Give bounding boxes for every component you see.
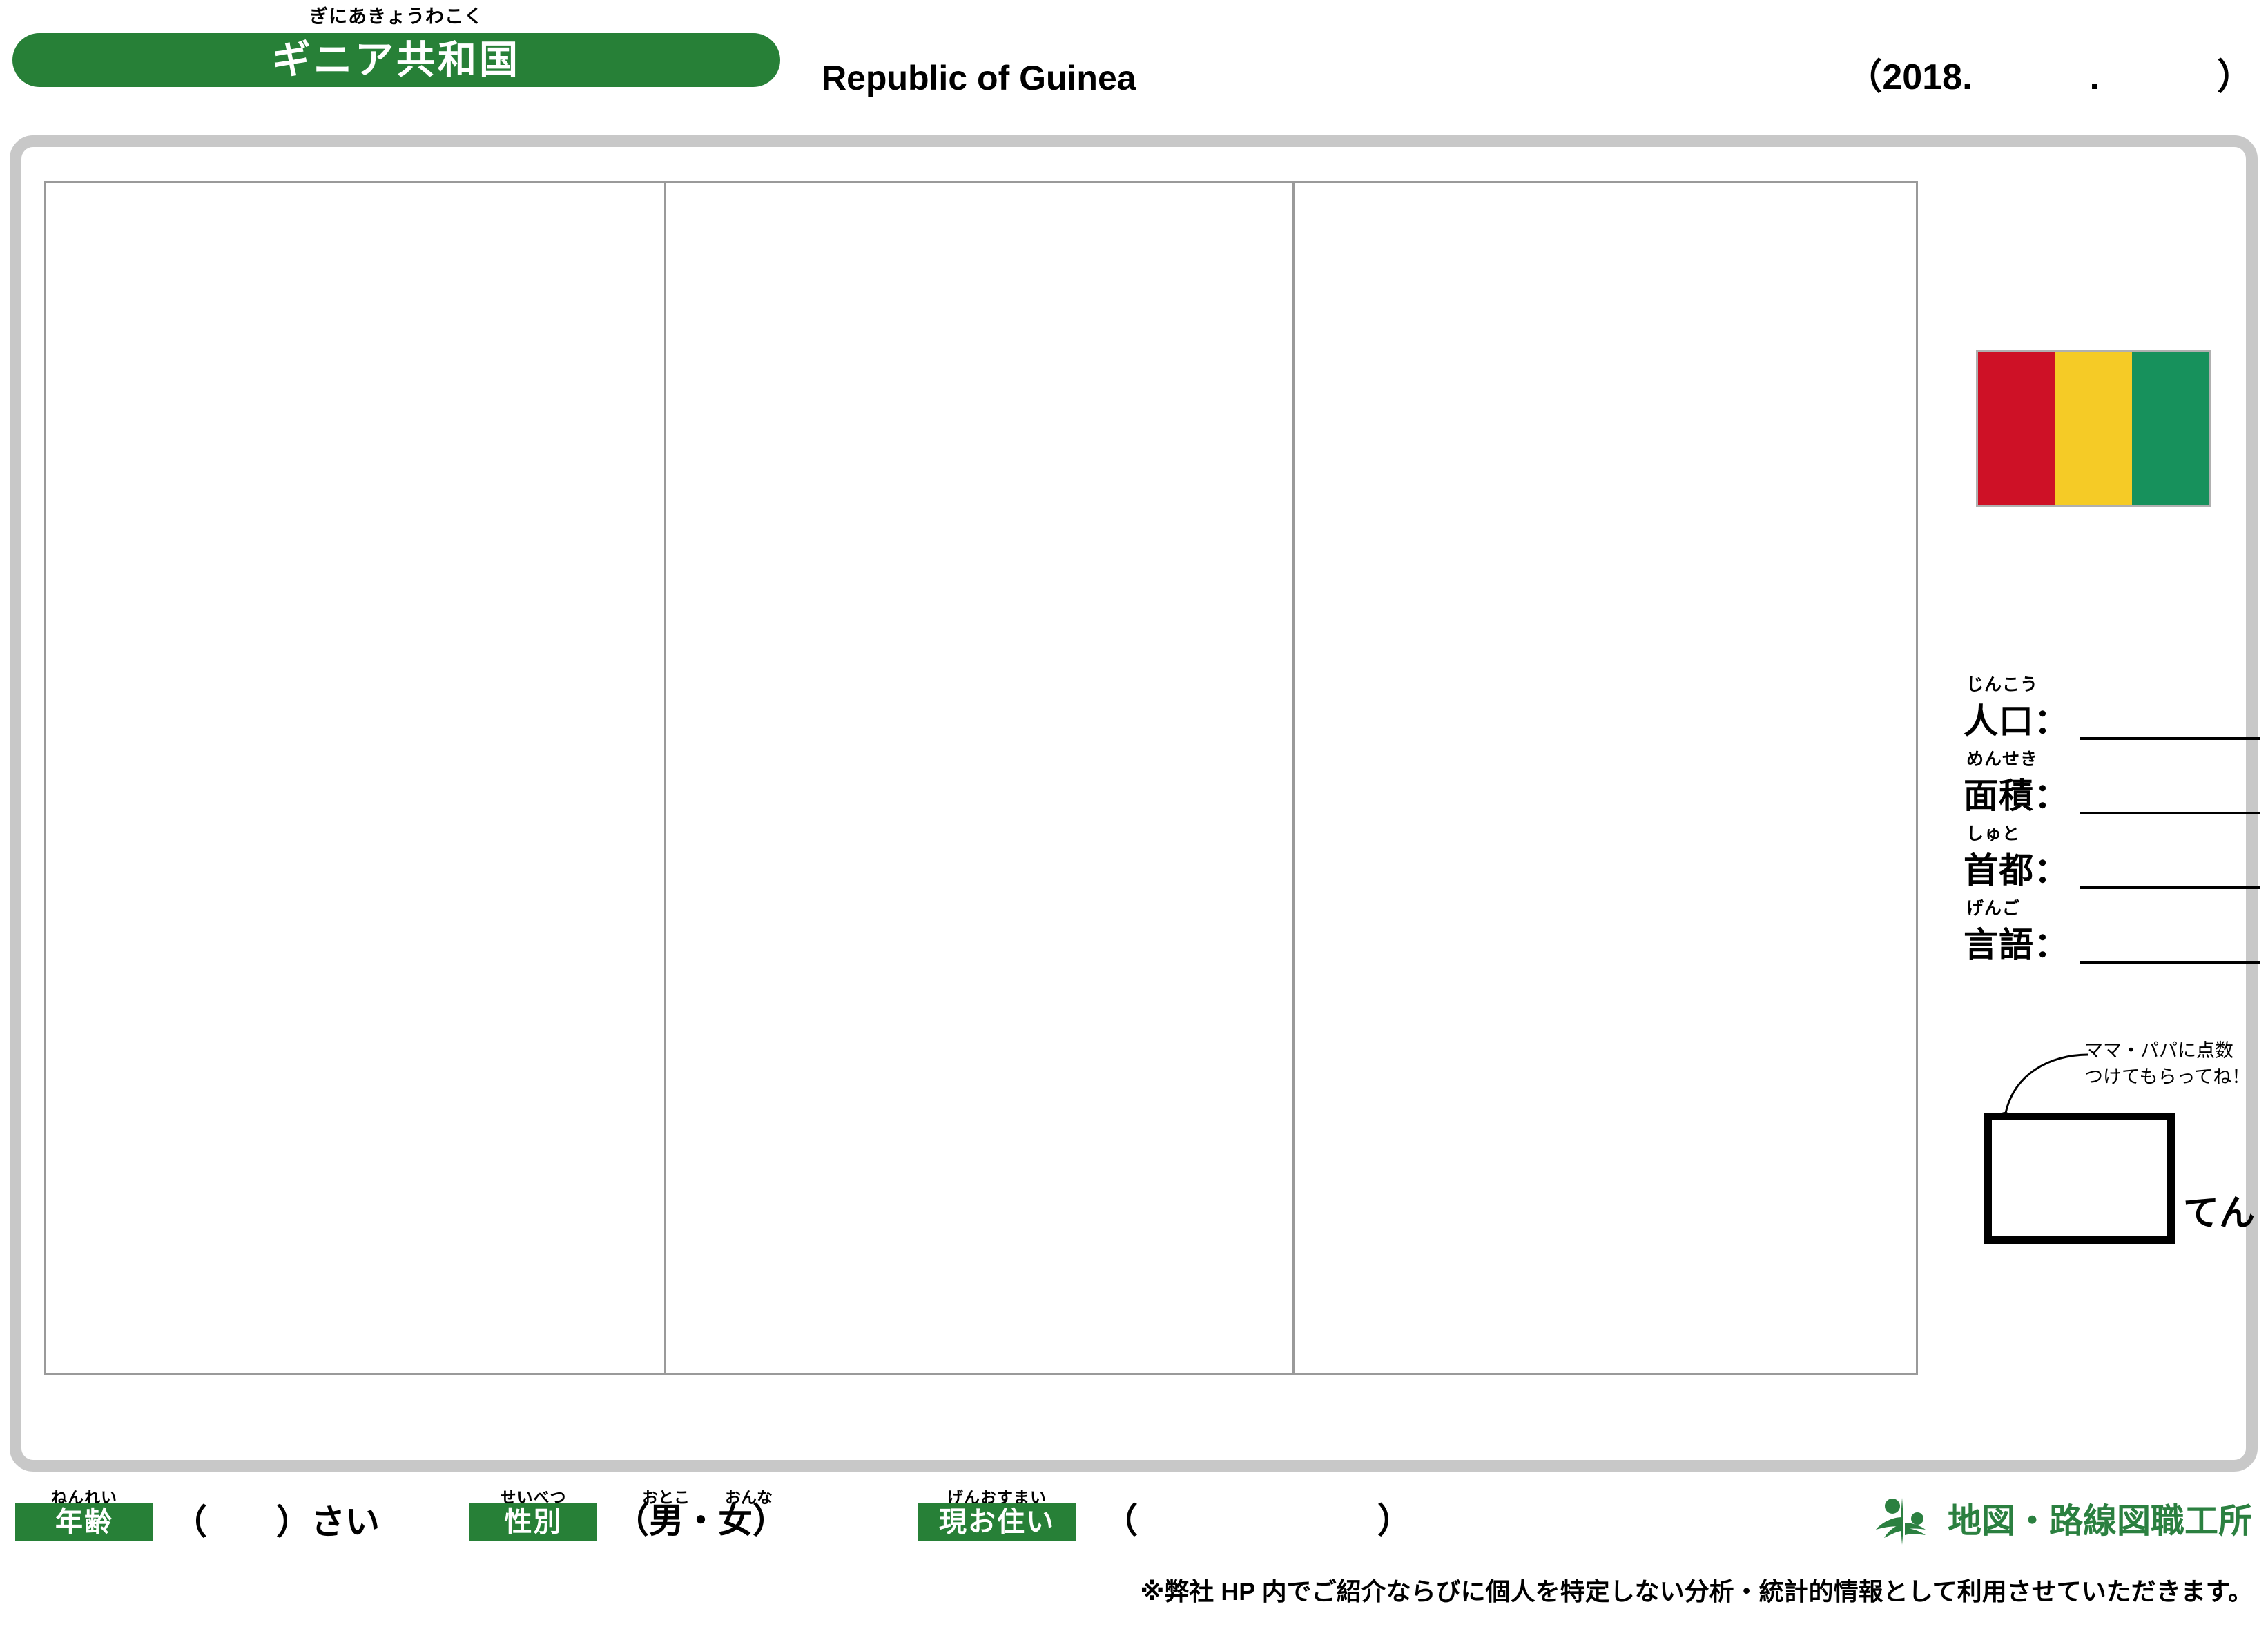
worksheet-page: ぎにあきょうわこく ギニア共和国 Republic of Guinea （ 20… (0, 0, 2268, 1629)
area-ruby: めんせき (1966, 750, 2039, 769)
info-sidebar: じんこう 人口 ： めんせき 面積 ： しゅと 首都 ： げんご 言語 ： ママ… (1933, 181, 2260, 1375)
language-label-wrap: 言語 ： (1964, 928, 2068, 962)
info-row-language: げんご 言語 ： (1964, 896, 2260, 970)
score-block: ママ・パパに点数 つけてもらってね！ てん (1964, 1035, 2260, 1244)
language-label: 言語 (1964, 926, 2034, 964)
country-name-ja: ギニア共和国 (272, 38, 521, 81)
page-header: ぎにあきょうわこく ギニア共和国 Republic of Guinea （ 20… (0, 0, 2268, 128)
flag-band-green (2131, 352, 2209, 505)
age-label: 年齢 (55, 1507, 113, 1537)
date-year: 2018. (1882, 57, 1973, 97)
population-label: 人口 (1964, 702, 2034, 741)
population-label-wrap: 人口 ： (1964, 704, 2068, 739)
flag-band-yellow (2055, 352, 2132, 505)
country-name-en: Republic of Guinea (822, 59, 1136, 97)
country-name-ruby: ぎにあきょうわこく (309, 6, 483, 27)
drawing-area-divider-2 (1292, 183, 1295, 1373)
language-colon: ： (2034, 926, 2068, 964)
privacy-disclaimer: ※弊社 HP 内でご紹介ならびに個人を特定しない分析・統計的情報として利用させて… (1140, 1577, 2253, 1606)
info-field-list: じんこう 人口 ： めんせき 面積 ： しゅと 首都 ： げんご 言語 ： (1964, 672, 2260, 970)
date-open-paren: （ (1846, 57, 1883, 97)
sex-label: 性別 (504, 1507, 563, 1537)
date-field[interactable]: （ 2018. . ） (1846, 59, 2253, 95)
logo-figure-icon (1876, 1498, 1926, 1545)
population-input-line[interactable] (2080, 737, 2260, 740)
flag-band-red (1978, 352, 2055, 505)
score-note-line-1: ママ・パパに点数 (2084, 1040, 2233, 1061)
address-open-paren: （ (1103, 1501, 1138, 1540)
sex-choice[interactable]: （男・女） (614, 1503, 787, 1538)
drawing-area-divider-1 (664, 183, 666, 1373)
logo-text: 地図・路線図職工所 (1948, 1502, 2253, 1540)
guinea-flag-icon (1976, 350, 2211, 507)
info-row-area: めんせき 面積 ： (1964, 747, 2260, 821)
capital-label: 首都 (1964, 851, 2034, 890)
score-instruction-note: ママ・パパに点数 つけてもらってね！ (2084, 1038, 2250, 1091)
info-row-capital: しゅと 首都 ： (1964, 821, 2260, 896)
date-close-paren: ） (2216, 57, 2253, 97)
address-label: 現お住い (939, 1507, 1055, 1537)
area-label: 面積 (1964, 777, 2034, 815)
capital-label-wrap: 首都 ： (1964, 853, 2068, 888)
area-label-wrap: 面積 ： (1964, 779, 2068, 813)
date-separator-dot: . (2089, 57, 2100, 97)
info-row-population: じんこう 人口 ： (1964, 672, 2260, 747)
country-name-pill: ギニア共和国 (12, 33, 780, 87)
capital-input-line[interactable] (2080, 886, 2260, 889)
population-ruby: じんこう (1966, 675, 2039, 694)
area-colon: ： (2034, 777, 2068, 815)
company-logo: 地図・路線図職工所 (1874, 1496, 2252, 1546)
score-note-line-2: つけてもらってね！ (2084, 1066, 2251, 1087)
language-input-line[interactable] (2080, 961, 2260, 964)
age-input[interactable]: （ ）さい (173, 1505, 380, 1539)
capital-colon: ： (2034, 851, 2068, 890)
score-input-box[interactable] (1984, 1113, 2175, 1244)
address-close-paren[interactable]: ） (1377, 1503, 1412, 1538)
address-tag: 現お住い (918, 1503, 1076, 1541)
drawing-area[interactable] (44, 181, 1918, 1375)
sex-tag: 性別 (469, 1503, 597, 1541)
capital-ruby: しゅと (1966, 824, 2021, 843)
age-tag: 年齢 (15, 1503, 153, 1541)
area-input-line[interactable] (2080, 812, 2260, 814)
population-colon: ： (2034, 702, 2068, 741)
score-unit-label: てん (2183, 1193, 2256, 1233)
language-ruby: げんご (1966, 899, 2021, 918)
